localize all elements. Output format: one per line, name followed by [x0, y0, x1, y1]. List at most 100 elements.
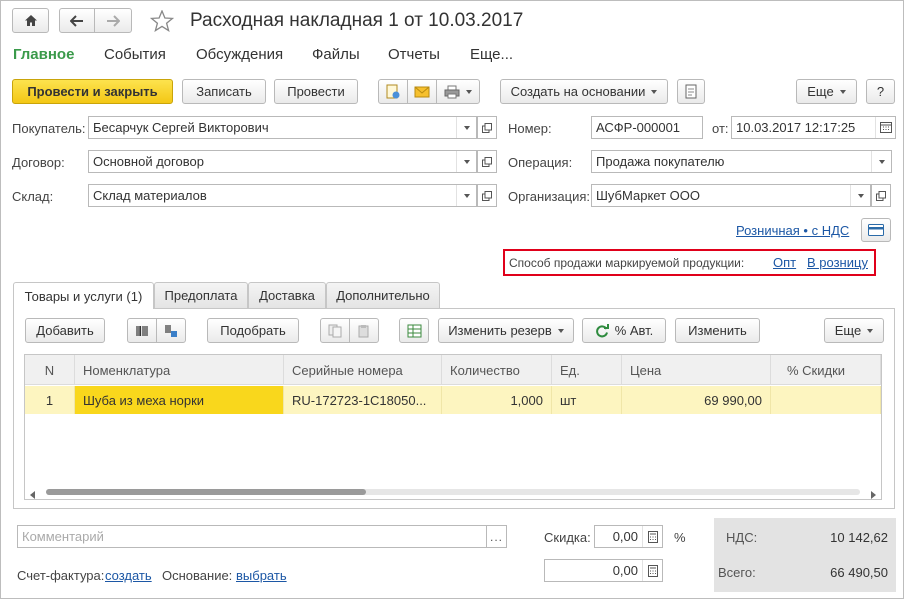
- menu-item-events[interactable]: События: [104, 46, 166, 63]
- add-row-button[interactable]: Добавить: [25, 318, 105, 343]
- scan-data-button[interactable]: [156, 318, 186, 343]
- home-button[interactable]: [12, 8, 49, 33]
- menu-item-files[interactable]: Файлы: [312, 46, 360, 63]
- calculator-button[interactable]: [642, 526, 662, 547]
- change-reserve-label: Изменить резерв: [448, 323, 552, 338]
- marking-retail-link[interactable]: В розницу: [807, 255, 868, 270]
- dropdown-arrow-icon[interactable]: [456, 117, 476, 138]
- star-icon[interactable]: [150, 10, 174, 32]
- contract-open-button[interactable]: [477, 150, 497, 173]
- arrow-left-icon: [70, 14, 83, 27]
- discount-field[interactable]: 0,00: [594, 525, 663, 548]
- write-button[interactable]: Записать: [182, 79, 266, 104]
- column-header-nomenclature[interactable]: Номенклатура: [75, 355, 284, 385]
- calendar-icon: [879, 122, 892, 133]
- barcode-button[interactable]: [127, 318, 157, 343]
- tab-prepayment[interactable]: Предоплата: [154, 282, 248, 308]
- back-button[interactable]: [59, 8, 95, 33]
- post-button[interactable]: Провести: [274, 79, 358, 104]
- date-value: 10.03.2017 12:17:25: [736, 120, 856, 135]
- column-header-discount[interactable]: % Скидки: [771, 355, 881, 385]
- marking-opt-link[interactable]: Опт: [773, 255, 796, 270]
- refresh-icon: [595, 323, 609, 337]
- menu-item-reports[interactable]: Отчеты: [388, 46, 440, 63]
- menu-item-discussions[interactable]: Обсуждения: [196, 46, 283, 63]
- contract-field[interactable]: Основной договор: [88, 150, 477, 173]
- open-external-icon: [876, 190, 886, 201]
- column-header-price[interactable]: Цена: [622, 355, 771, 385]
- menu-item-more[interactable]: Еще...: [470, 46, 513, 63]
- paste-icon: [358, 324, 369, 337]
- column-header-serial[interactable]: Серийные номера: [284, 355, 442, 385]
- table-more-button[interactable]: Еще: [824, 318, 884, 343]
- date-field[interactable]: 10.03.2017 12:17:25: [731, 116, 896, 139]
- calculator-icon: [647, 564, 658, 577]
- horizontal-scrollbar-thumb[interactable]: [46, 489, 366, 495]
- dropdown-arrow-icon[interactable]: [456, 151, 476, 172]
- post-and-close-button[interactable]: Провести и закрыть: [12, 79, 173, 104]
- buyer-open-button[interactable]: [477, 116, 497, 139]
- help-button[interactable]: ?: [866, 79, 895, 104]
- amount-field[interactable]: 0,00: [544, 559, 663, 582]
- column-header-quantity[interactable]: Количество: [442, 355, 552, 385]
- payment-card-button[interactable]: [861, 218, 891, 242]
- copy-rows-button[interactable]: [320, 318, 350, 343]
- chevron-down-icon: [867, 328, 874, 333]
- chevron-down-icon: [557, 328, 564, 333]
- send-email-button[interactable]: [407, 79, 437, 104]
- table-row[interactable]: 1 Шуба из меха норки RU-172723-1C18050..…: [25, 386, 881, 414]
- paste-rows-button[interactable]: [349, 318, 379, 343]
- cell-discount[interactable]: [771, 386, 881, 414]
- warehouse-open-button[interactable]: [477, 184, 497, 207]
- scroll-left-arrow[interactable]: [30, 487, 38, 499]
- pick-button[interactable]: Подобрать: [207, 318, 299, 343]
- tab-delivery[interactable]: Доставка: [248, 282, 326, 308]
- dropdown-arrow-icon[interactable]: [871, 151, 891, 172]
- arrow-right-icon: [107, 14, 120, 27]
- number-field[interactable]: АСФР-000001: [591, 116, 703, 139]
- vat-label: НДС:: [726, 530, 758, 545]
- excel-load-button[interactable]: [399, 318, 429, 343]
- more-button[interactable]: Еще: [796, 79, 857, 104]
- dropdown-arrow-icon[interactable]: [456, 185, 476, 206]
- home-icon: [24, 15, 37, 26]
- tab-goods-services[interactable]: Товары и услуги (1): [13, 282, 154, 309]
- print-button[interactable]: [436, 79, 480, 104]
- auto-percent-label: % Авт.: [614, 323, 654, 338]
- column-header-n[interactable]: N: [25, 355, 75, 385]
- invoice-create-link[interactable]: создать: [105, 568, 152, 583]
- forward-button[interactable]: [94, 8, 132, 33]
- cell-nomenclature[interactable]: Шуба из меха норки: [75, 386, 284, 414]
- cell-serial[interactable]: RU-172723-1C18050...: [284, 386, 442, 414]
- menu-item-main[interactable]: Главное: [13, 46, 74, 63]
- create-based-on-button[interactable]: Создать на основании: [500, 79, 668, 104]
- buyer-field[interactable]: Бесарчук Сергей Викторович: [88, 116, 477, 139]
- basis-select-link[interactable]: выбрать: [236, 568, 287, 583]
- operation-field[interactable]: Продажа покупателю: [591, 150, 892, 173]
- operation-label: Операция:: [508, 155, 573, 170]
- calculator-button[interactable]: [642, 560, 662, 581]
- auto-percent-button[interactable]: % Авт.: [582, 318, 666, 343]
- comment-field[interactable]: Комментарий: [17, 525, 487, 548]
- organization-open-button[interactable]: [871, 184, 891, 207]
- dropdown-arrow-icon[interactable]: [850, 185, 870, 206]
- comment-expand-button[interactable]: ...: [486, 525, 507, 548]
- cell-unit[interactable]: шт: [552, 386, 622, 414]
- create-based-on-label: Создать на основании: [510, 84, 646, 99]
- cell-n[interactable]: 1: [25, 386, 75, 414]
- change-button[interactable]: Изменить: [675, 318, 760, 343]
- cell-quantity[interactable]: 1,000: [442, 386, 552, 414]
- column-header-unit[interactable]: Ед.: [552, 355, 622, 385]
- change-reserve-button[interactable]: Изменить резерв: [438, 318, 574, 343]
- report-button[interactable]: [677, 79, 705, 104]
- warehouse-field[interactable]: Склад материалов: [88, 184, 477, 207]
- structure-button[interactable]: [378, 79, 408, 104]
- cell-price[interactable]: 69 990,00: [622, 386, 771, 414]
- calendar-button[interactable]: [875, 117, 895, 138]
- price-type-link[interactable]: Розничная • с НДС: [736, 223, 849, 238]
- tab-additional[interactable]: Дополнительно: [326, 282, 440, 308]
- open-external-icon: [482, 156, 492, 167]
- page-title: Расходная накладная 1 от 10.03.2017: [190, 10, 524, 31]
- scroll-right-arrow[interactable]: [870, 487, 878, 499]
- organization-field[interactable]: ШубМаркет ООО: [591, 184, 871, 207]
